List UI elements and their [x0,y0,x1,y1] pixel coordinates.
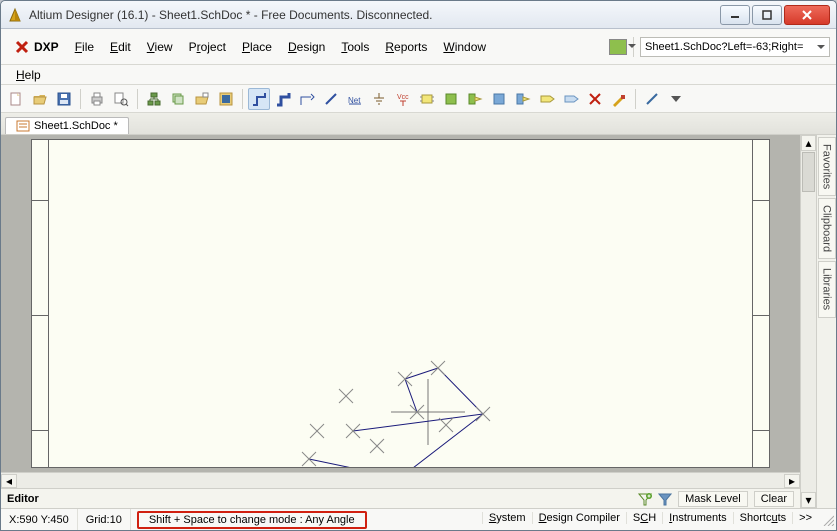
right-panel-rail: Favorites Clipboard Libraries [816,135,836,508]
print-button[interactable] [86,88,108,110]
menubar-row2: Help [1,65,836,85]
print-preview-button[interactable] [110,88,132,110]
svg-text:Vcc: Vcc [397,94,409,101]
filter-icon[interactable] [658,492,672,506]
document-tabstrip: Sheet1.SchDoc * [1,113,836,135]
svg-text:Net: Net [348,96,361,105]
menu-help[interactable]: Help [9,67,48,83]
maximize-button[interactable] [752,5,782,25]
edit-dropdown-button[interactable] [665,88,687,110]
resize-grip[interactable] [818,512,836,528]
document-tab-active[interactable]: Sheet1.SchDoc * [5,117,129,134]
new-button[interactable] [5,88,27,110]
menu-design[interactable]: Design [281,37,332,57]
compile-button[interactable] [215,88,237,110]
menu-project[interactable]: Project [182,37,233,57]
draw-line-button[interactable] [641,88,663,110]
scroll-up-button[interactable]: ▴ [801,135,816,151]
hierarchy-button[interactable] [143,88,165,110]
schematic-icon [16,120,30,132]
port-button[interactable] [536,88,558,110]
dxp-icon [14,39,30,55]
sheet-location-text: Sheet1.SchDoc?Left=-63;Right= [645,41,803,53]
status-tab-sch[interactable]: SCH [626,512,662,524]
wire-mode-button[interactable] [248,88,270,110]
gnd-button[interactable] [368,88,390,110]
window-title: Altium Designer (16.1) - Sheet1.SchDoc *… [29,8,718,22]
vertical-scrollbar[interactable]: ▴ ▾ [800,135,816,508]
status-coords: X:590 Y:450 [1,509,78,530]
panel-tab-libraries[interactable]: Libraries [818,261,836,317]
editor-tab[interactable]: Editor [7,493,39,505]
scroll-left-button[interactable]: ◂ [1,474,17,488]
funnel-icon[interactable] [638,492,652,506]
stack-button[interactable] [167,88,189,110]
color-picker[interactable] [609,39,627,55]
netlabel-button[interactable]: Net [344,88,366,110]
dxp-menu[interactable]: DXP [7,36,66,58]
port-alt-button[interactable] [560,88,582,110]
app-icon [7,7,23,23]
vcc-button[interactable]: Vcc [392,88,414,110]
scroll-right-button[interactable]: ▸ [784,474,800,488]
open-project-button[interactable] [191,88,213,110]
statusbar: X:590 Y:450 Grid:10 Shift + Space to cha… [1,508,836,530]
document-tab-label: Sheet1.SchDoc * [34,120,118,132]
editor-bar: Editor Mask Level Clear [1,488,800,508]
status-grid: Grid:10 [78,509,131,530]
mask-level-button[interactable]: Mask Level [678,491,748,507]
schematic-drawing [32,140,769,467]
status-tab-design-compiler[interactable]: Design Compiler [532,512,626,524]
scroll-down-button[interactable]: ▾ [801,492,816,508]
menu-view[interactable]: View [140,37,180,57]
menu-window[interactable]: Window [436,37,493,57]
menu-file[interactable]: File [68,37,101,57]
titlebar[interactable]: Altium Designer (16.1) - Sheet1.SchDoc *… [1,1,836,29]
menu-reports[interactable]: Reports [378,37,434,57]
bus-entry-button[interactable] [320,88,342,110]
status-tab-instruments[interactable]: Instruments [662,512,732,524]
status-overflow-button[interactable]: >> [792,512,818,524]
status-tab-system[interactable]: System [482,512,532,524]
dxp-label: DXP [34,40,59,54]
sheet-location-dropdown[interactable]: Sheet1.SchDoc?Left=-63;Right= [640,37,830,57]
minimize-button[interactable] [720,5,750,25]
menu-place[interactable]: Place [235,37,279,57]
part-button[interactable] [416,88,438,110]
panel-tab-favorites[interactable]: Favorites [818,137,836,196]
close-button[interactable] [784,5,830,25]
status-tab-shortcuts[interactable]: Shortcuts [733,512,792,524]
scroll-thumb[interactable] [802,152,815,192]
status-mode-hint: Shift + Space to change mode : Any Angle [137,511,367,529]
bus-button[interactable] [272,88,294,110]
menu-edit[interactable]: Edit [103,37,138,57]
menu-tools[interactable]: Tools [334,37,376,57]
clear-button[interactable]: Clear [754,491,794,507]
signal-harness-button[interactable] [296,88,318,110]
canvas-area[interactable]: 任意角度模式： 可画任意角度的线 [1,135,800,472]
device-sheet-button[interactable] [488,88,510,110]
annotation-button[interactable] [608,88,630,110]
toolbar: Net Vcc [1,85,836,113]
panel-tab-clipboard[interactable]: Clipboard [818,198,836,259]
sheet-entry-button[interactable] [464,88,486,110]
schematic-sheet[interactable]: 任意角度模式： 可画任意角度的线 [31,139,770,468]
save-button[interactable] [53,88,75,110]
sheet-symbol-button[interactable] [440,88,462,110]
app-window: Altium Designer (16.1) - Sheet1.SchDoc *… [0,0,837,531]
menubar: DXP File Edit View Project Place Design … [1,29,836,65]
harness-connector-button[interactable] [512,88,534,110]
open-button[interactable] [29,88,51,110]
workspace: 任意角度模式： 可画任意角度的线 ◂ ▸ Editor [1,135,836,508]
no-erc-button[interactable] [584,88,606,110]
horizontal-scrollbar[interactable]: ◂ ▸ [1,472,800,488]
